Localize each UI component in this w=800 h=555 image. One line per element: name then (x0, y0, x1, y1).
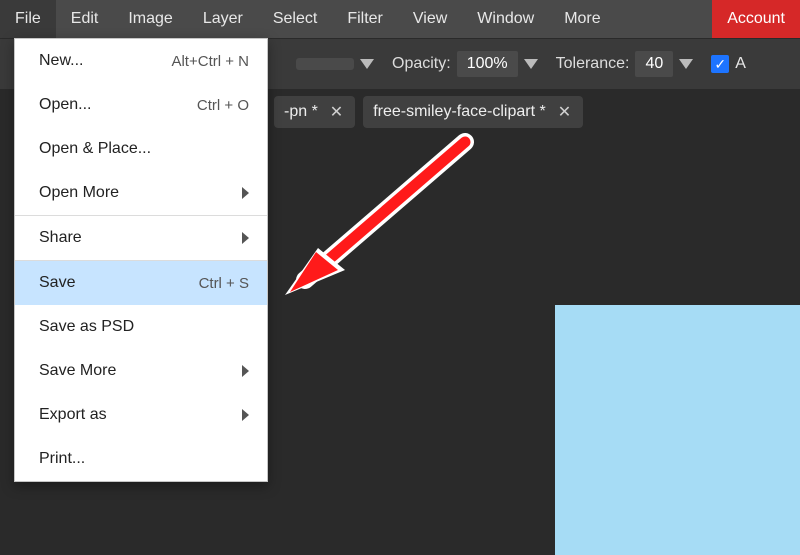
menu-item-label: Save as PSD (39, 318, 249, 336)
menu-window[interactable]: Window (462, 0, 549, 38)
blend-mode-select[interactable] (296, 58, 374, 70)
menu-more[interactable]: More (549, 0, 615, 38)
menu-edit[interactable]: Edit (56, 0, 114, 38)
chevron-down-icon (679, 59, 693, 69)
close-icon[interactable]: ✕ (556, 102, 573, 122)
file-menu-print[interactable]: Print... (15, 437, 267, 481)
file-menu-save-psd[interactable]: Save as PSD (15, 305, 267, 349)
file-menu-dropdown: New... Alt+Ctrl + N Open... Ctrl + O Ope… (14, 38, 268, 482)
file-menu-open-more[interactable]: Open More (15, 171, 267, 215)
menu-filter[interactable]: Filter (332, 0, 398, 38)
menu-account[interactable]: Account (712, 0, 800, 38)
file-menu-save-more[interactable]: Save More (15, 349, 267, 393)
antialias-label: A (735, 55, 746, 73)
document-tab[interactable]: -pn * ✕ (274, 96, 355, 128)
menu-item-shortcut: Alt+Ctrl + N (171, 53, 249, 70)
file-menu-export-as[interactable]: Export as (15, 393, 267, 437)
menu-image[interactable]: Image (113, 0, 187, 38)
menu-item-label: New... (39, 52, 161, 70)
menu-item-label: Save (39, 274, 189, 292)
close-icon[interactable]: ✕ (328, 102, 345, 122)
tab-label: -pn * (284, 103, 318, 121)
chevron-down-icon (524, 59, 538, 69)
file-menu-share[interactable]: Share (15, 216, 267, 260)
check-icon: ✓ (711, 55, 729, 73)
antialias-checkbox[interactable]: ✓ A (711, 55, 746, 73)
tolerance-control[interactable]: Tolerance: 40 (556, 51, 694, 77)
menu-view[interactable]: View (398, 0, 462, 38)
opacity-value[interactable]: 100% (457, 51, 518, 77)
menu-item-label: Save More (39, 362, 232, 380)
menu-item-label: Open More (39, 184, 232, 202)
document-tab[interactable]: free-smiley-face-clipart * ✕ (363, 96, 583, 128)
menu-item-label: Print... (39, 450, 249, 468)
file-menu-save[interactable]: Save Ctrl + S (15, 261, 267, 305)
menu-item-shortcut: Ctrl + S (199, 275, 249, 292)
menu-item-label: Export as (39, 406, 232, 424)
file-menu-open[interactable]: Open... Ctrl + O (15, 83, 267, 127)
file-menu-new[interactable]: New... Alt+Ctrl + N (15, 39, 267, 83)
tolerance-value[interactable]: 40 (635, 51, 673, 77)
chevron-right-icon (242, 232, 249, 244)
opacity-label: Opacity: (392, 55, 451, 73)
tab-label: free-smiley-face-clipart * (373, 103, 545, 121)
menu-file[interactable]: File (0, 0, 56, 38)
chevron-right-icon (242, 409, 249, 421)
menu-item-label: Open... (39, 96, 187, 114)
menu-item-label: Open & Place... (39, 140, 249, 158)
menu-item-shortcut: Ctrl + O (197, 97, 249, 114)
tolerance-label: Tolerance: (556, 55, 630, 73)
opacity-control[interactable]: Opacity: 100% (392, 51, 538, 77)
file-menu-open-place[interactable]: Open & Place... (15, 127, 267, 171)
chevron-right-icon (242, 365, 249, 377)
chevron-down-icon (360, 59, 374, 69)
artboard[interactable] (555, 305, 800, 555)
menubar: File Edit Image Layer Select Filter View… (0, 0, 800, 38)
menu-item-label: Share (39, 229, 232, 247)
chevron-right-icon (242, 187, 249, 199)
menu-select[interactable]: Select (258, 0, 332, 38)
menu-layer[interactable]: Layer (188, 0, 258, 38)
